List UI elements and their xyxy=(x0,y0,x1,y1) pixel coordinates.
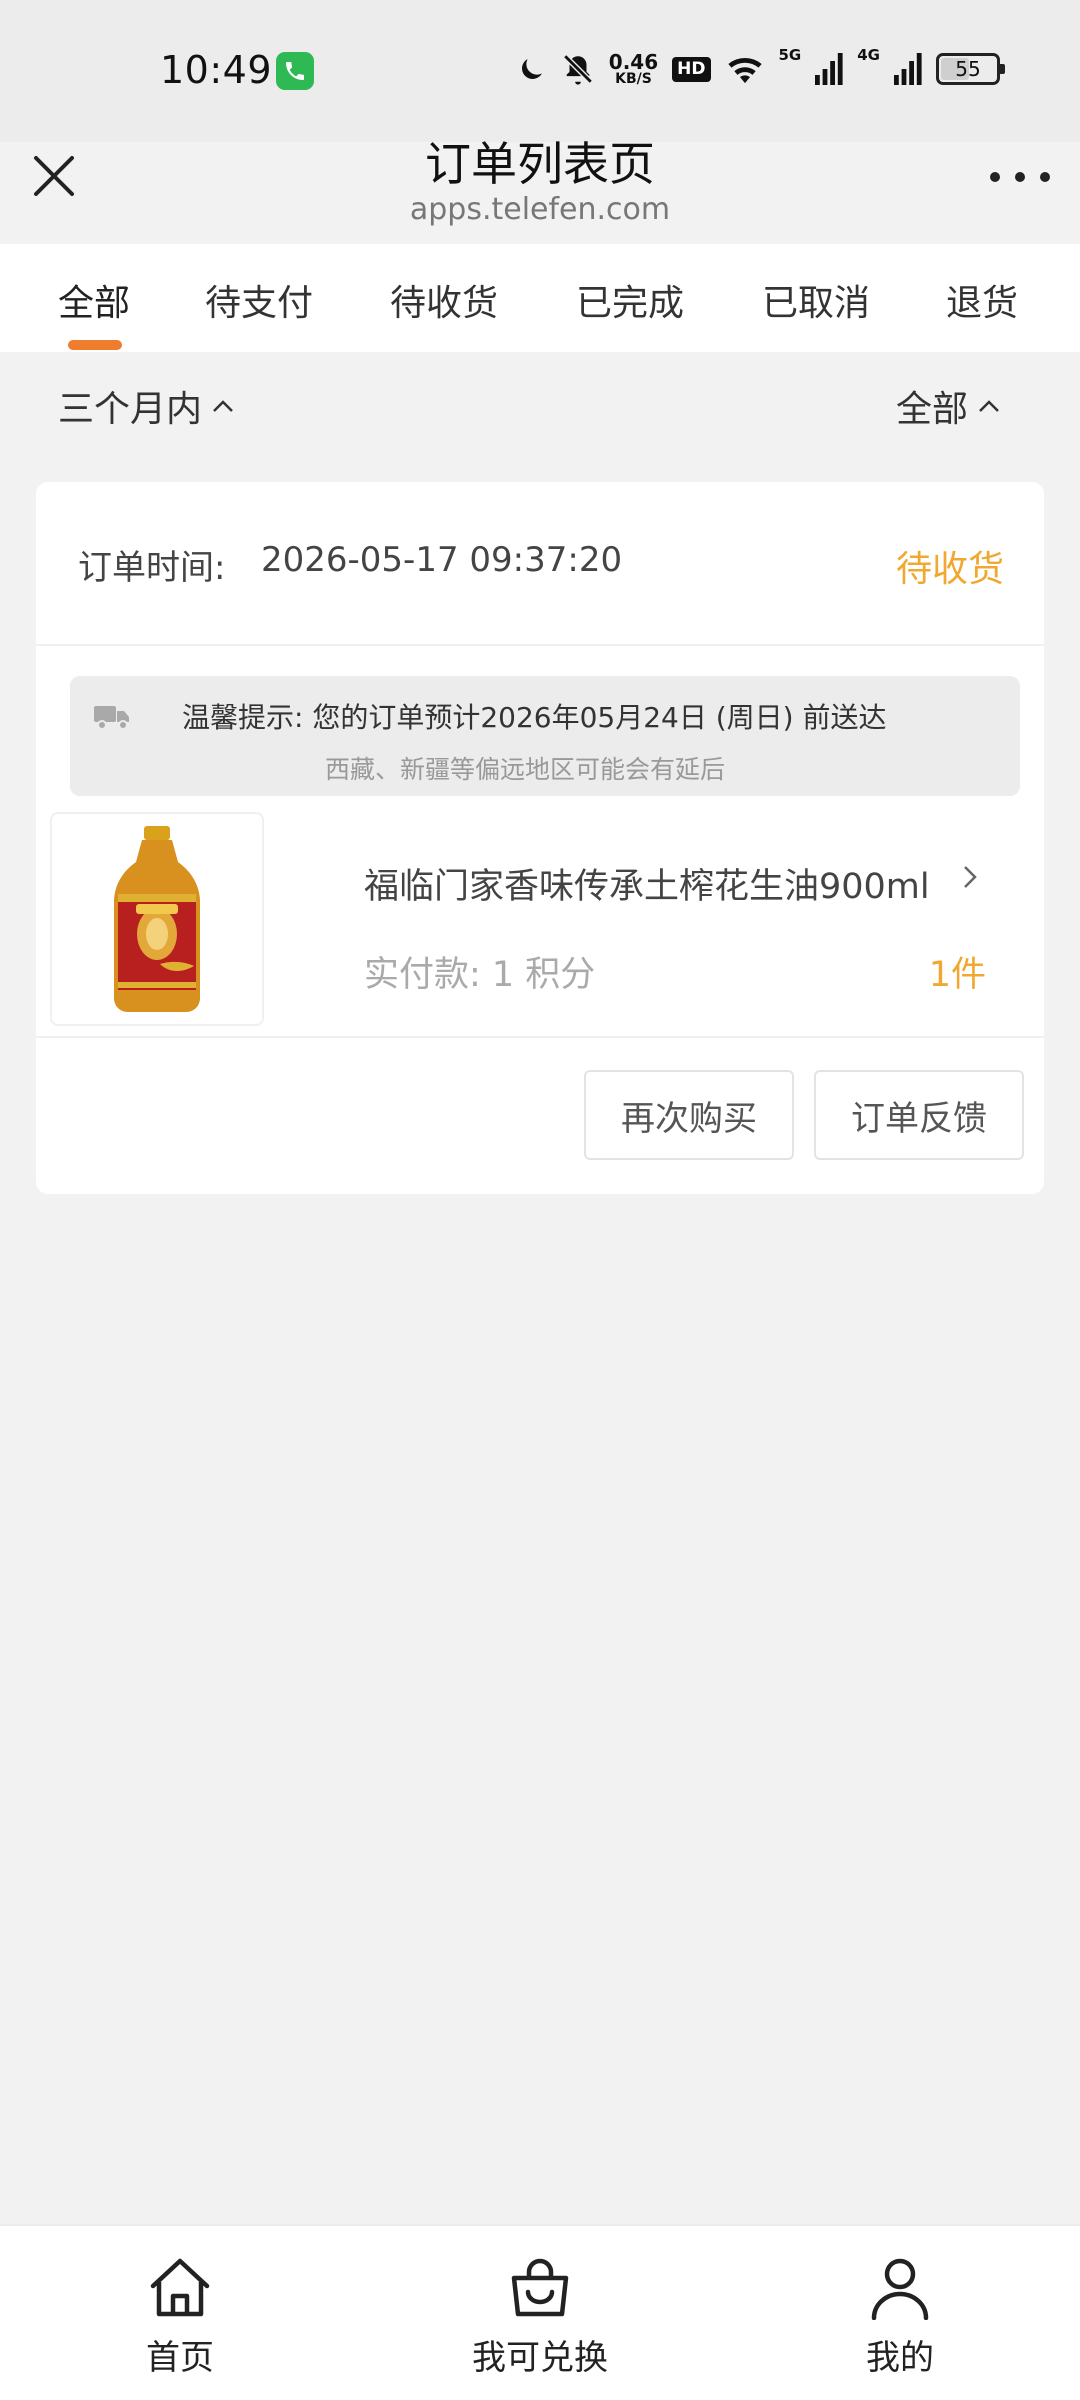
phone-call-icon xyxy=(276,52,314,90)
shopping-bag-icon xyxy=(511,2258,569,2317)
order-time-label: 订单时间: xyxy=(78,548,226,588)
nav-redeemable[interactable]: 我可兑换 xyxy=(420,2256,660,2379)
time-range-filter[interactable]: 三个月内 xyxy=(58,380,238,432)
order-time-value: 2026-05-17 09:37:20 xyxy=(261,540,623,580)
tab-cancelled[interactable]: 已取消 xyxy=(762,274,870,326)
signal-5g-label: 5G xyxy=(778,46,802,64)
buy-again-button[interactable]: 再次购买 xyxy=(584,1070,794,1160)
delivery-delay-note: 西藏、新疆等偏远地区可能会有延后 xyxy=(324,755,725,784)
tab-pending-receipt[interactable]: 待收货 xyxy=(390,274,498,326)
divider xyxy=(36,644,1044,646)
signal-bars-icon xyxy=(815,53,843,85)
user-icon xyxy=(871,2258,929,2320)
wifi-icon xyxy=(725,53,765,85)
nav-home-label: 首页 xyxy=(146,2338,214,2378)
signal-bars-icon xyxy=(894,53,922,85)
nav-profile-label: 我的 xyxy=(866,2338,934,2378)
nav-home[interactable]: 首页 xyxy=(60,2256,300,2379)
divider xyxy=(36,1036,1044,1038)
active-tab-indicator xyxy=(68,340,122,350)
product-quantity: 1件 xyxy=(928,955,986,995)
order-status-tabs: 全部 待支付 待收货 已完成 已取消 退货 xyxy=(0,244,1080,352)
order-status: 待收货 xyxy=(895,549,1004,590)
nav-profile[interactable]: 我的 xyxy=(780,2256,1020,2379)
tab-completed[interactable]: 已完成 xyxy=(576,274,684,326)
payment-amount: 实付款: 1 积分 xyxy=(364,955,596,995)
product-name[interactable]: 福临门家香味传承土榨花生油900ml xyxy=(364,858,930,909)
network-speed: 0.46 KB/S xyxy=(608,50,659,87)
category-filter[interactable]: 全部 xyxy=(896,380,1004,432)
time-range-label: 三个月内 xyxy=(58,389,203,430)
status-icons: 0.46 KB/S HD 5G 4G 55 xyxy=(517,46,1005,92)
mute-bell-icon xyxy=(561,52,595,86)
battery-icon: 55 xyxy=(936,53,1005,85)
chevron-up-icon xyxy=(979,400,999,412)
delivery-estimate: 温馨提示: 您的订单预计2026年05月24日 (周日) 前送达 xyxy=(182,701,887,734)
hd-icon: HD xyxy=(672,56,711,82)
bottom-navigation: 首页 我可兑换 我的 xyxy=(0,2224,1080,2400)
tab-pending-payment[interactable]: 待支付 xyxy=(205,274,313,326)
truck-icon xyxy=(94,704,130,734)
chevron-right-icon[interactable] xyxy=(958,862,982,896)
moon-icon xyxy=(517,54,547,84)
chevron-up-icon xyxy=(213,400,233,412)
nav-redeemable-label: 我可兑换 xyxy=(472,2338,608,2378)
tab-returns[interactable]: 退货 xyxy=(946,274,1018,326)
page-title: 订单列表页 xyxy=(425,137,655,191)
delivery-notice: 温馨提示: 您的订单预计2026年05月24日 (周日) 前送达 西藏、新疆等偏… xyxy=(70,676,1020,796)
order-feedback-button[interactable]: 订单反馈 xyxy=(814,1070,1024,1160)
tab-all[interactable]: 全部 xyxy=(58,274,130,326)
product-image[interactable] xyxy=(50,812,264,1026)
page-url: apps.telefen.com xyxy=(409,192,671,227)
category-label: 全部 xyxy=(895,389,968,430)
status-bar: 10:49 0.46 KB/S HD 5G 4G 55 订单列表页 apps.t… xyxy=(0,0,1080,227)
home-icon xyxy=(150,2258,210,2317)
signal-4g-label: 4G xyxy=(857,46,880,64)
more-options-icon[interactable] xyxy=(990,162,1050,192)
order-card[interactable]: 订单时间: 2026-05-17 09:37:20 待收货 温馨提示: 您的订单… xyxy=(36,482,1044,1194)
status-time: 10:49 xyxy=(160,48,273,92)
